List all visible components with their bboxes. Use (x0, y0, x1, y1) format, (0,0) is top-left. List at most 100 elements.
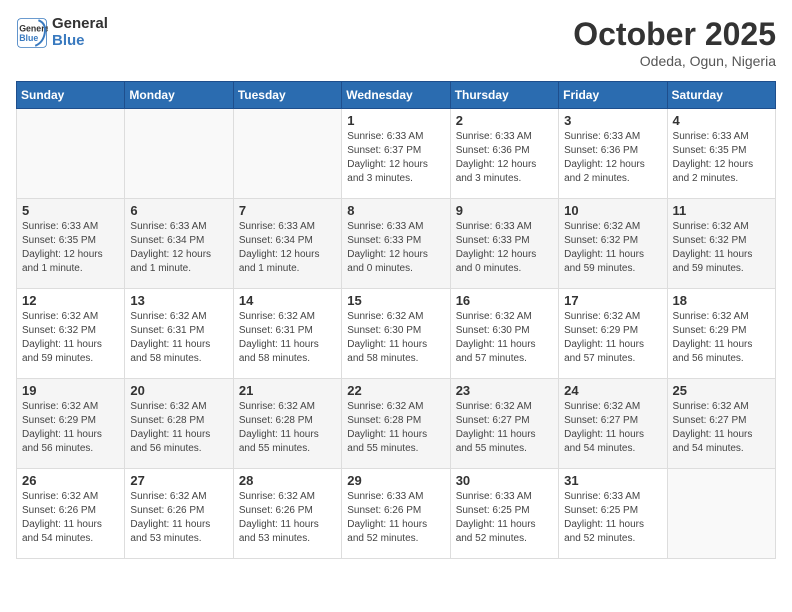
day-number: 18 (673, 293, 770, 308)
calendar-cell: 30 Sunrise: 6:33 AM Sunset: 6:25 PM Dayli… (450, 469, 558, 559)
calendar-cell: 1 Sunrise: 6:33 AM Sunset: 6:37 PM Daylig… (342, 109, 450, 199)
svg-text:Blue: Blue (19, 33, 38, 43)
calendar-cell: 13 Sunrise: 6:32 AM Sunset: 6:31 PM Dayli… (125, 289, 233, 379)
day-number: 2 (456, 113, 553, 128)
day-number: 20 (130, 383, 227, 398)
day-number: 6 (130, 203, 227, 218)
calendar-cell: 21Sunrise: 6:32 AM Sunset: 6:28 PM Dayli… (233, 379, 341, 469)
logo-general: General (52, 16, 108, 33)
day-number: 17 (564, 293, 661, 308)
day-info: Sunrise: 6:33 AM Sunset: 6:25 PM Dayligh… (456, 490, 553, 546)
day-number: 13 (130, 293, 227, 308)
month-title: October 2025 (573, 16, 776, 53)
calendar-cell: 18 Sunrise: 6:32 AM Sunset: 6:29 PM Dayli… (667, 289, 775, 379)
day-number: 30 (456, 473, 553, 488)
day-info: Sunrise: 6:32 AM Sunset: 6:29 PM Dayligh… (673, 310, 770, 366)
day-number: 24 (564, 383, 661, 398)
day-info: Sunrise: 6:33 AM Sunset: 6:35 PM Dayligh… (673, 130, 770, 186)
location: Odeda, Ogun, Nigeria (573, 53, 776, 69)
calendar-cell: 19 Sunrise: 6:32 AM Sunset: 6:29 PM Dayli… (17, 379, 125, 469)
day-info: Sunrise: 6:32 AM Sunset: 6:26 PM Dayligh… (239, 490, 336, 546)
day-info: Sunrise: 6:32 AM Sunset: 6:27 PM Dayligh… (456, 400, 553, 456)
day-number: 1 (347, 113, 444, 128)
weekday-header-tuesday: Tuesday (233, 82, 341, 109)
calendar-cell: 4 Sunrise: 6:33 AM Sunset: 6:35 PM Daylig… (667, 109, 775, 199)
day-number: 7 (239, 203, 336, 218)
day-info: Sunrise: 6:32 AM Sunset: 6:26 PM Dayligh… (130, 490, 227, 546)
calendar-cell: 20 Sunrise: 6:32 AM Sunset: 6:28 PM Dayli… (125, 379, 233, 469)
weekday-header-friday: Friday (559, 82, 667, 109)
calendar-cell (233, 109, 341, 199)
day-info: Sunrise: 6:32 AM Sunset: 6:28 PM Dayligh… (239, 400, 336, 456)
day-number: 25 (673, 383, 770, 398)
calendar-cell: 27 Sunrise: 6:32 AM Sunset: 6:26 PM Dayli… (125, 469, 233, 559)
day-info: Sunrise: 6:32 AM Sunset: 6:27 PM Dayligh… (564, 400, 661, 456)
calendar-cell: 29 Sunrise: 6:33 AM Sunset: 6:26 PM Dayli… (342, 469, 450, 559)
day-number: 26 (22, 473, 119, 488)
day-info: Sunrise: 6:32 AM Sunset: 6:26 PM Dayligh… (22, 490, 119, 546)
weekday-header-wednesday: Wednesday (342, 82, 450, 109)
calendar-cell: 16Sunrise: 6:32 AM Sunset: 6:30 PM Dayli… (450, 289, 558, 379)
day-number: 31 (564, 473, 661, 488)
day-number: 29 (347, 473, 444, 488)
weekday-header-saturday: Saturday (667, 82, 775, 109)
weekday-header-sunday: Sunday (17, 82, 125, 109)
day-info: Sunrise: 6:32 AM Sunset: 6:29 PM Dayligh… (564, 310, 661, 366)
day-info: Sunrise: 6:32 AM Sunset: 6:30 PM Dayligh… (456, 310, 553, 366)
day-info: Sunrise: 6:33 AM Sunset: 6:37 PM Dayligh… (347, 130, 444, 186)
day-number: 15 (347, 293, 444, 308)
day-info: Sunrise: 6:33 AM Sunset: 6:36 PM Dayligh… (456, 130, 553, 186)
day-info: Sunrise: 6:32 AM Sunset: 6:32 PM Dayligh… (673, 220, 770, 276)
day-info: Sunrise: 6:32 AM Sunset: 6:32 PM Dayligh… (564, 220, 661, 276)
calendar-cell: 31Sunrise: 6:33 AM Sunset: 6:25 PM Dayli… (559, 469, 667, 559)
calendar-cell: 7 Sunrise: 6:33 AM Sunset: 6:34 PM Daylig… (233, 199, 341, 289)
page-header: General Blue General Blue October 2025 O… (16, 16, 776, 69)
day-number: 28 (239, 473, 336, 488)
calendar-cell: 23 Sunrise: 6:32 AM Sunset: 6:27 PM Dayli… (450, 379, 558, 469)
day-number: 5 (22, 203, 119, 218)
day-info: Sunrise: 6:33 AM Sunset: 6:33 PM Dayligh… (456, 220, 553, 276)
calendar-cell: 26 Sunrise: 6:32 AM Sunset: 6:26 PM Dayli… (17, 469, 125, 559)
calendar-table: SundayMondayTuesdayWednesdayThursdayFrid… (16, 81, 776, 559)
day-info: Sunrise: 6:32 AM Sunset: 6:31 PM Dayligh… (239, 310, 336, 366)
day-number: 4 (673, 113, 770, 128)
day-number: 19 (22, 383, 119, 398)
day-info: Sunrise: 6:32 AM Sunset: 6:27 PM Dayligh… (673, 400, 770, 456)
day-info: Sunrise: 6:32 AM Sunset: 6:28 PM Dayligh… (347, 400, 444, 456)
day-number: 10 (564, 203, 661, 218)
day-info: Sunrise: 6:32 AM Sunset: 6:28 PM Dayligh… (130, 400, 227, 456)
calendar-cell: 8 Sunrise: 6:33 AM Sunset: 6:33 PM Daylig… (342, 199, 450, 289)
day-info: Sunrise: 6:32 AM Sunset: 6:31 PM Dayligh… (130, 310, 227, 366)
day-number: 9 (456, 203, 553, 218)
day-info: Sunrise: 6:33 AM Sunset: 6:34 PM Dayligh… (239, 220, 336, 276)
day-info: Sunrise: 6:32 AM Sunset: 6:30 PM Dayligh… (347, 310, 444, 366)
day-info: Sunrise: 6:32 AM Sunset: 6:29 PM Dayligh… (22, 400, 119, 456)
calendar-cell: 10 Sunrise: 6:32 AM Sunset: 6:32 PM Dayli… (559, 199, 667, 289)
calendar-cell: 3Sunrise: 6:33 AM Sunset: 6:36 PM Daylig… (559, 109, 667, 199)
day-info: Sunrise: 6:33 AM Sunset: 6:36 PM Dayligh… (564, 130, 661, 186)
day-number: 27 (130, 473, 227, 488)
day-info: Sunrise: 6:33 AM Sunset: 6:34 PM Dayligh… (130, 220, 227, 276)
day-number: 22 (347, 383, 444, 398)
day-number: 14 (239, 293, 336, 308)
calendar-cell (667, 469, 775, 559)
calendar-cell (17, 109, 125, 199)
day-number: 23 (456, 383, 553, 398)
calendar-cell: 14 Sunrise: 6:32 AM Sunset: 6:31 PM Dayli… (233, 289, 341, 379)
calendar-cell: 22 Sunrise: 6:32 AM Sunset: 6:28 PM Dayli… (342, 379, 450, 469)
weekday-header-monday: Monday (125, 82, 233, 109)
weekday-header-thursday: Thursday (450, 82, 558, 109)
day-info: Sunrise: 6:32 AM Sunset: 6:32 PM Dayligh… (22, 310, 119, 366)
day-info: Sunrise: 6:33 AM Sunset: 6:26 PM Dayligh… (347, 490, 444, 546)
calendar-cell: 5Sunrise: 6:33 AM Sunset: 6:35 PM Daylig… (17, 199, 125, 289)
calendar-cell: 24 Sunrise: 6:32 AM Sunset: 6:27 PM Dayli… (559, 379, 667, 469)
calendar-cell (125, 109, 233, 199)
calendar-cell: 12Sunrise: 6:32 AM Sunset: 6:32 PM Dayli… (17, 289, 125, 379)
title-block: October 2025 Odeda, Ogun, Nigeria (573, 16, 776, 69)
day-info: Sunrise: 6:33 AM Sunset: 6:33 PM Dayligh… (347, 220, 444, 276)
day-number: 8 (347, 203, 444, 218)
logo: General Blue General Blue (16, 16, 108, 49)
day-number: 11 (673, 203, 770, 218)
calendar-cell: 15 Sunrise: 6:32 AM Sunset: 6:30 PM Dayli… (342, 289, 450, 379)
calendar-cell: 6 Sunrise: 6:33 AM Sunset: 6:34 PM Daylig… (125, 199, 233, 289)
